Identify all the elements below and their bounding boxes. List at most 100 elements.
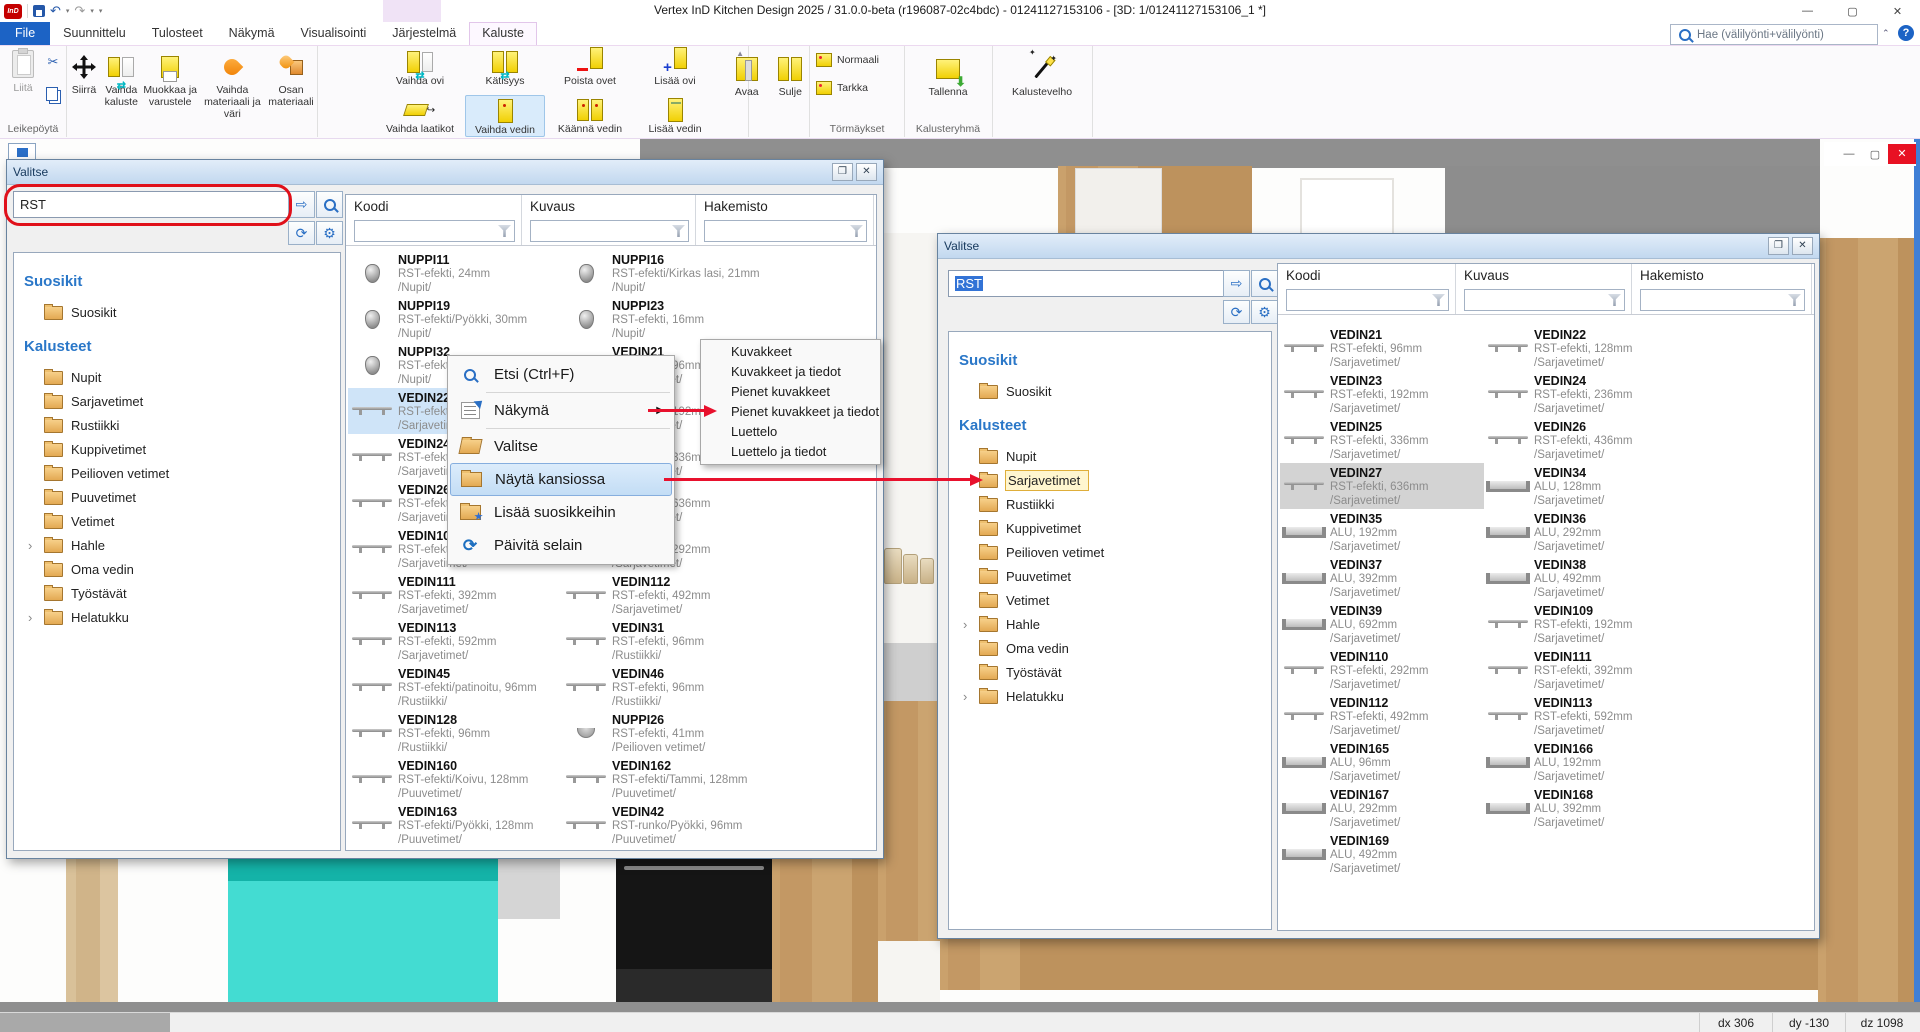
list-item-nuppi26[interactable]: NUPPI26RST-efekti, 41mm/Peilioven vetime… [562, 710, 872, 756]
furniture-wizard-button[interactable]: ✦✦ Kalustevelho [992, 49, 1092, 98]
search-button[interactable] [316, 191, 343, 218]
close-button[interactable]: ✕ [1875, 0, 1920, 22]
tab-tulosteet[interactable]: Tulosteet [139, 22, 216, 45]
go-search-button[interactable]: ⇨ [288, 191, 315, 218]
list-item-vedin110[interactable]: VEDIN110RST-efekti, 292mm/Sarjavetimet/ [1280, 647, 1484, 693]
tree-item-vetimet[interactable]: Vetimet [22, 509, 340, 533]
context-menu-item-etsi-ctrl-f-[interactable]: Etsi (Ctrl+F) [450, 358, 672, 391]
filter-input[interactable] [704, 220, 867, 242]
context-menu-item-p-ivit-selain[interactable]: ⟳Päivitä selain [450, 529, 672, 562]
submenu-item-luettelo[interactable]: Luettelo [701, 422, 880, 442]
submenu-item-kuvakkeet[interactable]: Kuvakkeet [701, 342, 880, 362]
list-item-vedin113[interactable]: VEDIN113RST-efekti, 592mm/Sarjavetimet/ [1484, 693, 1812, 739]
cut-icon[interactable]: ✂ [44, 53, 62, 71]
list-item-vedin46[interactable]: VEDIN46RST-efekti, 96mm/Rustiikki/ [562, 664, 872, 710]
minimize-button[interactable]: — [1785, 0, 1830, 22]
doc-close-icon[interactable]: ✕ [1888, 144, 1916, 164]
filter-input[interactable] [530, 220, 689, 242]
collapse-ribbon-icon[interactable]: ⌃ [1882, 28, 1890, 39]
help-icon[interactable]: ? [1898, 25, 1914, 41]
change-handle-button[interactable]: Vaihda vedin [465, 95, 545, 137]
collision-precise-button[interactable]: Tarkka [816, 81, 868, 95]
list-item-vedin35[interactable]: VEDIN35ALU, 192mm/Sarjavetimet/ [1280, 509, 1484, 555]
collision-normal-button[interactable]: Normaali [816, 53, 879, 67]
filter-input[interactable] [1286, 289, 1449, 311]
context-menu-item-n-kym-[interactable]: Näkymä▶ [450, 394, 672, 427]
list-item-vedin167[interactable]: VEDIN167ALU, 292mm/Sarjavetimet/ [1280, 785, 1484, 831]
save-group-button[interactable]: ⬇ Tallenna [904, 49, 992, 98]
filter-input[interactable] [354, 220, 515, 242]
list-item-vedin34[interactable]: VEDIN34ALU, 128mm/Sarjavetimet/ [1484, 463, 1812, 509]
handedness-button[interactable]: ⇄ Kätisyys [465, 47, 545, 87]
tab-n-kym-[interactable]: Näkymä [216, 22, 288, 45]
paste-button[interactable]: Liitä [6, 50, 40, 94]
list-item-nuppi23[interactable]: NUPPI23RST-efekti, 16mm/Nupit/ [562, 296, 872, 342]
list-item-nuppi16[interactable]: NUPPI16RST-efekti/Kirkas lasi, 21mm/Nupi… [562, 250, 872, 296]
submenu-item-pienet-kuvakkeet[interactable]: Pienet kuvakkeet [701, 382, 880, 402]
list-item-vedin36[interactable]: VEDIN36ALU, 292mm/Sarjavetimet/ [1484, 509, 1812, 555]
context-menu-item-n-yt-kansiossa[interactable]: Näytä kansiossa [450, 463, 672, 496]
list-item-vedin163[interactable]: VEDIN163RST-efekti/Pyökki, 128mm/Puuveti… [348, 802, 562, 848]
list-item-vedin23[interactable]: VEDIN23RST-efekti, 192mm/Sarjavetimet/ [1280, 371, 1484, 417]
filter-input[interactable] [1464, 289, 1625, 311]
change-drawers-button[interactable]: ↪ Vaihda laatikot [380, 95, 460, 137]
move-button[interactable]: Siirrä [68, 47, 100, 137]
doc-minimize-icon[interactable]: — [1836, 148, 1862, 160]
list-item-vedin113[interactable]: VEDIN113RST-efekti, 592mm/Sarjavetimet/ [348, 618, 562, 664]
redo-icon[interactable]: ↷ [74, 4, 85, 18]
refresh-button[interactable]: ⟳ [1223, 300, 1250, 324]
submenu-item-kuvakkeet-ja-tiedot[interactable]: Kuvakkeet ja tiedot [701, 362, 880, 382]
list-item-vedin128[interactable]: VEDIN128RST-efekti, 96mm/Rustiikki/ [348, 710, 562, 756]
list-item-vedin24[interactable]: VEDIN24RST-efekti, 236mm/Sarjavetimet/ [1484, 371, 1812, 417]
undo-icon[interactable]: ↶ [50, 4, 61, 18]
tree-item-puuvetimet[interactable]: Puuvetimet [22, 485, 340, 509]
tab-suunnittelu[interactable]: Suunnittelu [50, 22, 139, 45]
settings-gear-button[interactable]: ⚙ [316, 221, 343, 245]
tab-j-rjestelm-[interactable]: Järjestelmä [379, 22, 469, 45]
change-material-button[interactable]: Vaihda materiaali ja väri [198, 47, 267, 137]
settings-gear-button[interactable]: ⚙ [1251, 300, 1278, 324]
list-item-vedin160[interactable]: VEDIN160RST-efekti/Koivu, 128mm/Puuvetim… [348, 756, 562, 802]
part-material-button[interactable]: Osan materiaali [267, 47, 315, 137]
list-item-vedin37[interactable]: VEDIN37ALU, 392mm/Sarjavetimet/ [1280, 555, 1484, 601]
edit-equip-button[interactable]: Muokkaa ja varustele [143, 47, 198, 137]
column-header-koodi[interactable]: Koodi [346, 195, 522, 245]
undo-dropdown-icon[interactable]: ▾ [66, 7, 70, 15]
column-header-kuvaus[interactable]: Kuvaus [522, 195, 696, 245]
list-item-vedin42[interactable]: VEDIN42RST-runko/Pyökki, 96mm/Puuvetimet… [562, 802, 872, 848]
list-item-vedin26[interactable]: VEDIN26RST-efekti, 436mm/Sarjavetimet/ [1484, 417, 1812, 463]
tree-item-nupit[interactable]: Nupit [22, 365, 340, 389]
list-item-vedin166[interactable]: VEDIN166ALU, 192mm/Sarjavetimet/ [1484, 739, 1812, 785]
list-item-vedin162[interactable]: VEDIN162RST-efekti/Tammi, 128mm/Puuvetim… [562, 756, 872, 802]
filter-input[interactable] [1640, 289, 1805, 311]
list-item-vedin165[interactable]: VEDIN165ALU, 96mm/Sarjavetimet/ [1280, 739, 1484, 785]
dialog-close-icon[interactable]: ✕ [1792, 237, 1813, 255]
column-header-hakemisto[interactable]: Hakemisto [696, 195, 874, 245]
change-furniture-button[interactable]: ⇄ Vaihda kaluste [100, 47, 143, 137]
expander-icon[interactable]: › [963, 617, 967, 632]
change-door-button[interactable]: ⇄ Vaihda ovi [380, 47, 460, 87]
list-item-vedin112[interactable]: VEDIN112RST-efekti, 492mm/Sarjavetimet/ [1280, 693, 1484, 739]
tree-item-hahle[interactable]: ›Hahle [22, 533, 340, 557]
tree-item-helatukku[interactable]: ›Helatukku [957, 684, 1271, 708]
dialog-titlebar[interactable]: Valitse ❐ ✕ [7, 160, 883, 185]
doc-restore-icon[interactable]: ▢ [1862, 148, 1888, 161]
submenu-item-luettelo-ja-tiedot[interactable]: Luettelo ja tiedot [701, 442, 880, 462]
search-input[interactable]: RST [948, 270, 1224, 297]
column-header-koodi[interactable]: Koodi [1278, 264, 1456, 314]
refresh-button[interactable]: ⟳ [288, 221, 315, 245]
tree-item-ty-st-v-t[interactable]: Työstävät [22, 581, 340, 605]
save-icon[interactable] [33, 5, 45, 17]
tree-item-kuppivetimet[interactable]: Kuppivetimet [22, 437, 340, 461]
expander-icon[interactable]: › [28, 610, 32, 625]
expander-icon[interactable]: › [28, 538, 32, 553]
list-item-vedin22[interactable]: VEDIN22RST-efekti, 128mm/Sarjavetimet/ [1484, 325, 1812, 371]
tree-item-ty-st-v-t[interactable]: Työstävät [957, 660, 1271, 684]
maximize-button[interactable]: ▢ [1830, 0, 1875, 22]
tree-item-suosikit[interactable]: Suosikit [22, 300, 340, 324]
open-button[interactable]: Avaa [728, 49, 766, 137]
remove-doors-button[interactable]: Poista ovet [550, 47, 630, 87]
close-cabinet-button[interactable]: Sulje [772, 49, 810, 137]
ribbon-search-box[interactable]: Hae (välilyönti+välilyönti) [1670, 24, 1878, 45]
tree-item-puuvetimet[interactable]: Puuvetimet [957, 564, 1271, 588]
